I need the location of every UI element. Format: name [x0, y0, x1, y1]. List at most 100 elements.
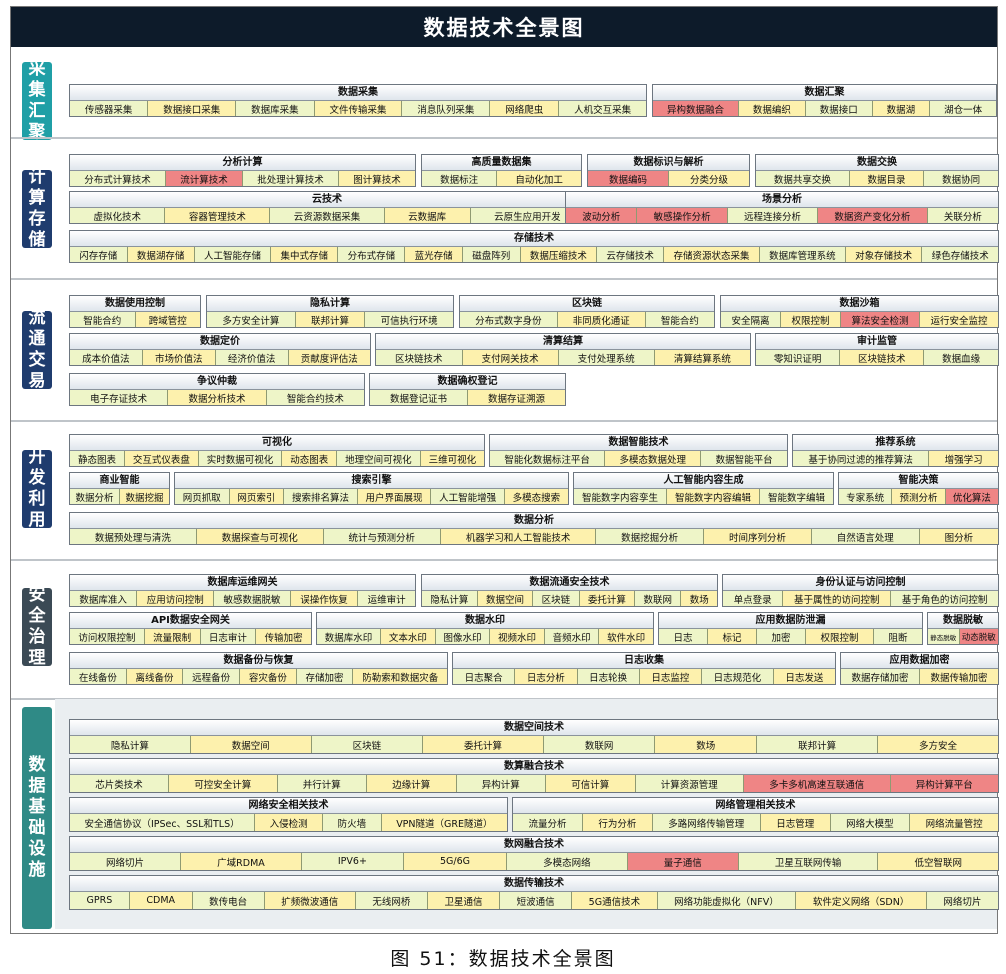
tech-item-highlighted: 动态脱敏 — [959, 629, 998, 644]
tech-item: 图计算技术 — [339, 171, 415, 186]
block-title: 数据沙箱 — [721, 296, 998, 312]
block-title: 场景分析 — [566, 192, 998, 208]
tech-item: 多路网络传输管理 — [652, 814, 761, 831]
tech-item: 流量分析 — [513, 814, 583, 831]
tech-block: 数据备份与恢复 在线备份 离线备份 远程备份 容灾备份 存储加密 防勒索和数据灾备 — [69, 652, 448, 685]
tech-item: 人工智能存储 — [194, 247, 272, 262]
tech-item: 人工智能增强 — [431, 489, 505, 504]
block-title: 网络安全相关技术 — [70, 798, 507, 814]
block-title: 数据采集 — [70, 85, 646, 101]
block-items: 在线备份 离线备份 远程备份 容灾备份 存储加密 防勒索和数据灾备 — [70, 669, 447, 684]
block-items: 安全通信协议（IPSec、SSL和TLS） 入侵检测 防火墙 VPN隧道（GRE隧道） — [70, 814, 507, 831]
tech-item: 实时数据可视化 — [198, 451, 283, 466]
section-label-text: 采集汇聚 — [28, 59, 46, 142]
tech-item: 数据智能平台 — [701, 451, 787, 466]
tech-item-highlighted: 异构数据融合 — [653, 101, 739, 116]
tech-item: 数传电台 — [192, 892, 265, 909]
tech-item: 隐私计算 — [70, 736, 191, 753]
tech-item: 多模态数据处理 — [605, 451, 702, 466]
block-title: 可视化 — [70, 435, 484, 451]
tech-item: 数据协同 — [924, 171, 998, 186]
block-items: 静态图表 交互式仪表盘 实时数据可视化 动态图表 地理空间可视化 三维可视化 — [70, 451, 484, 466]
tech-item: 阻断 — [874, 629, 922, 644]
block-items: 数据共享交换 数据目录 数据协同 — [756, 171, 998, 186]
tech-item: 湖仓一体 — [930, 101, 996, 116]
tech-item: 预测分析 — [892, 489, 946, 504]
tech-item: 自动化加工 — [497, 171, 581, 186]
block-items: 日志 标记 加密 权限控制 阻断 — [659, 629, 922, 644]
tech-item: 数据传输加密 — [920, 669, 998, 684]
tech-item: 非同质化通证 — [557, 312, 646, 327]
diagram-title: 数据技术全景图 — [11, 7, 997, 47]
tech-item: 网络大模型 — [830, 814, 911, 831]
tech-item: 静态脱敏 — [928, 629, 960, 644]
section-label: 安全治理 — [22, 585, 52, 668]
section-label-text: 开发利用 — [28, 447, 46, 530]
tech-item: 网络功能虚拟化（NFV） — [657, 892, 797, 909]
tech-item: 网络切片 — [926, 892, 998, 909]
block-title: 数据使用控制 — [70, 296, 200, 312]
block-items: 零知识证明 区块链技术 数据血缘 — [756, 350, 998, 365]
tech-item: 5G/6G — [403, 853, 508, 870]
tech-item: 智能数字内容孪生 — [574, 489, 667, 504]
tech-item: 区块链 — [311, 736, 424, 753]
tech-block: 数据空间技术 隐私计算 数据空间 区块链 委托计算 数联网 数场 联邦计算 多方安全 — [69, 719, 999, 754]
block-title: 搜索引擎 — [175, 473, 568, 489]
tech-item: 数据压缩技术 — [520, 247, 598, 262]
tech-item: GPRS — [70, 892, 130, 909]
tech-item: 可信计算 — [546, 775, 636, 792]
tech-item: 短波通信 — [500, 892, 573, 909]
tech-item: 数据挖掘 — [120, 489, 169, 504]
tech-item: 运维审计 — [358, 591, 415, 606]
tech-item: 存储加密 — [296, 669, 354, 684]
tech-item: 日志分析 — [515, 669, 578, 684]
tech-item: 数据挖掘分析 — [596, 529, 705, 544]
tech-block: 数据水印 数据库水印 文本水印 图像水印 视频水印 音频水印 软件水印 — [316, 612, 654, 645]
tech-item: 市场价值法 — [142, 350, 216, 365]
tech-item: 搜索排名算法 — [284, 489, 358, 504]
section-divider — [11, 278, 997, 280]
section-blocks: 数据采集 传感器采集 数据接口采集 数据库采集 文件传输采集 消息队列采集 网络爬虫 人机交互… — [69, 54, 997, 132]
tech-item: 芯片类技术 — [70, 775, 169, 792]
block-items: 智能化数据标注平台 多模态数据处理 数据智能平台 — [490, 451, 787, 466]
tech-item: 磁盘阵列 — [462, 247, 521, 262]
section-label: 计算存储 — [22, 167, 52, 250]
tech-block: 网络管理相关技术 流量分析 行为分析 多路网络传输管理 日志管理 网络大模型 网络流量管控 — [512, 797, 999, 832]
tech-block: 数据定价 成本价值法 市场价值法 经济价值法 贡献度评估法 — [69, 333, 371, 366]
tech-block: 争议仲裁 电子存证技术 数据分析技术 智能合约技术 — [69, 373, 365, 406]
tech-item: 基于协同过滤的推荐算法 — [793, 451, 930, 466]
tech-item: 多模态网络 — [507, 853, 628, 870]
tech-item: 云资源数据采集 — [270, 208, 385, 223]
tech-item: 数据分析技术 — [168, 390, 267, 405]
tech-item: 数据库采集 — [236, 101, 315, 116]
tech-item: 软件水印 — [599, 629, 653, 644]
block-title: 数算融合技术 — [70, 759, 998, 775]
block-items: 流量分析 行为分析 多路网络传输管理 日志管理 网络大模型 网络流量管控 — [513, 814, 998, 831]
block-items: 多方安全计算 联邦计算 可信执行环境 — [207, 312, 453, 327]
block-items: 智能数字内容孪生 智能数字内容编辑 智能数字编辑 — [574, 489, 833, 504]
tech-item: 支付网关技术 — [462, 350, 559, 365]
tech-item: 支付处理系统 — [558, 350, 655, 365]
block-title: 数据水印 — [317, 613, 653, 629]
block-items: 数据存储加密 数据传输加密 — [841, 669, 998, 684]
tech-item: 地理空间可视化 — [337, 451, 421, 466]
tech-item: 多模态搜索 — [504, 489, 568, 504]
block-title: API数据安全网关 — [70, 613, 311, 629]
section-3: 开发利用 可视化 静态图表 交互式仪表盘 实时数据可视化 动态图表 地理空间可视化 三维可视化… — [11, 428, 999, 561]
tech-item: 智能合约 — [70, 312, 136, 327]
tech-item: 扩频微波通信 — [264, 892, 356, 909]
tech-item: 数场 — [681, 591, 717, 606]
tech-item: 文本水印 — [381, 629, 436, 644]
tech-item-highlighted: 敏感操作分析 — [637, 208, 728, 223]
section-label: 数据基础设施 — [22, 707, 52, 929]
tech-item-highlighted: 量子通信 — [627, 853, 739, 870]
block-items: 异构数据融合 数据编织 数据接口 数据湖 湖仓一体 — [653, 101, 996, 116]
block-title: 数据确权登记 — [370, 374, 565, 390]
tech-item: 音频水印 — [544, 629, 600, 644]
tech-item: 低空智联网 — [878, 853, 998, 870]
tech-item: 广域RDMA — [181, 853, 302, 870]
tech-block: 智能决策 专家系统 预测分析 优化算法 — [838, 472, 999, 505]
tech-block: 数据传输技术 GPRS CDMA 数传电台 扩频微波通信 无线网桥 卫星通信 短波通信 5G通信… — [69, 875, 999, 910]
tech-item: 日志规范化 — [702, 669, 774, 684]
tech-item: 三维可视化 — [420, 451, 484, 466]
